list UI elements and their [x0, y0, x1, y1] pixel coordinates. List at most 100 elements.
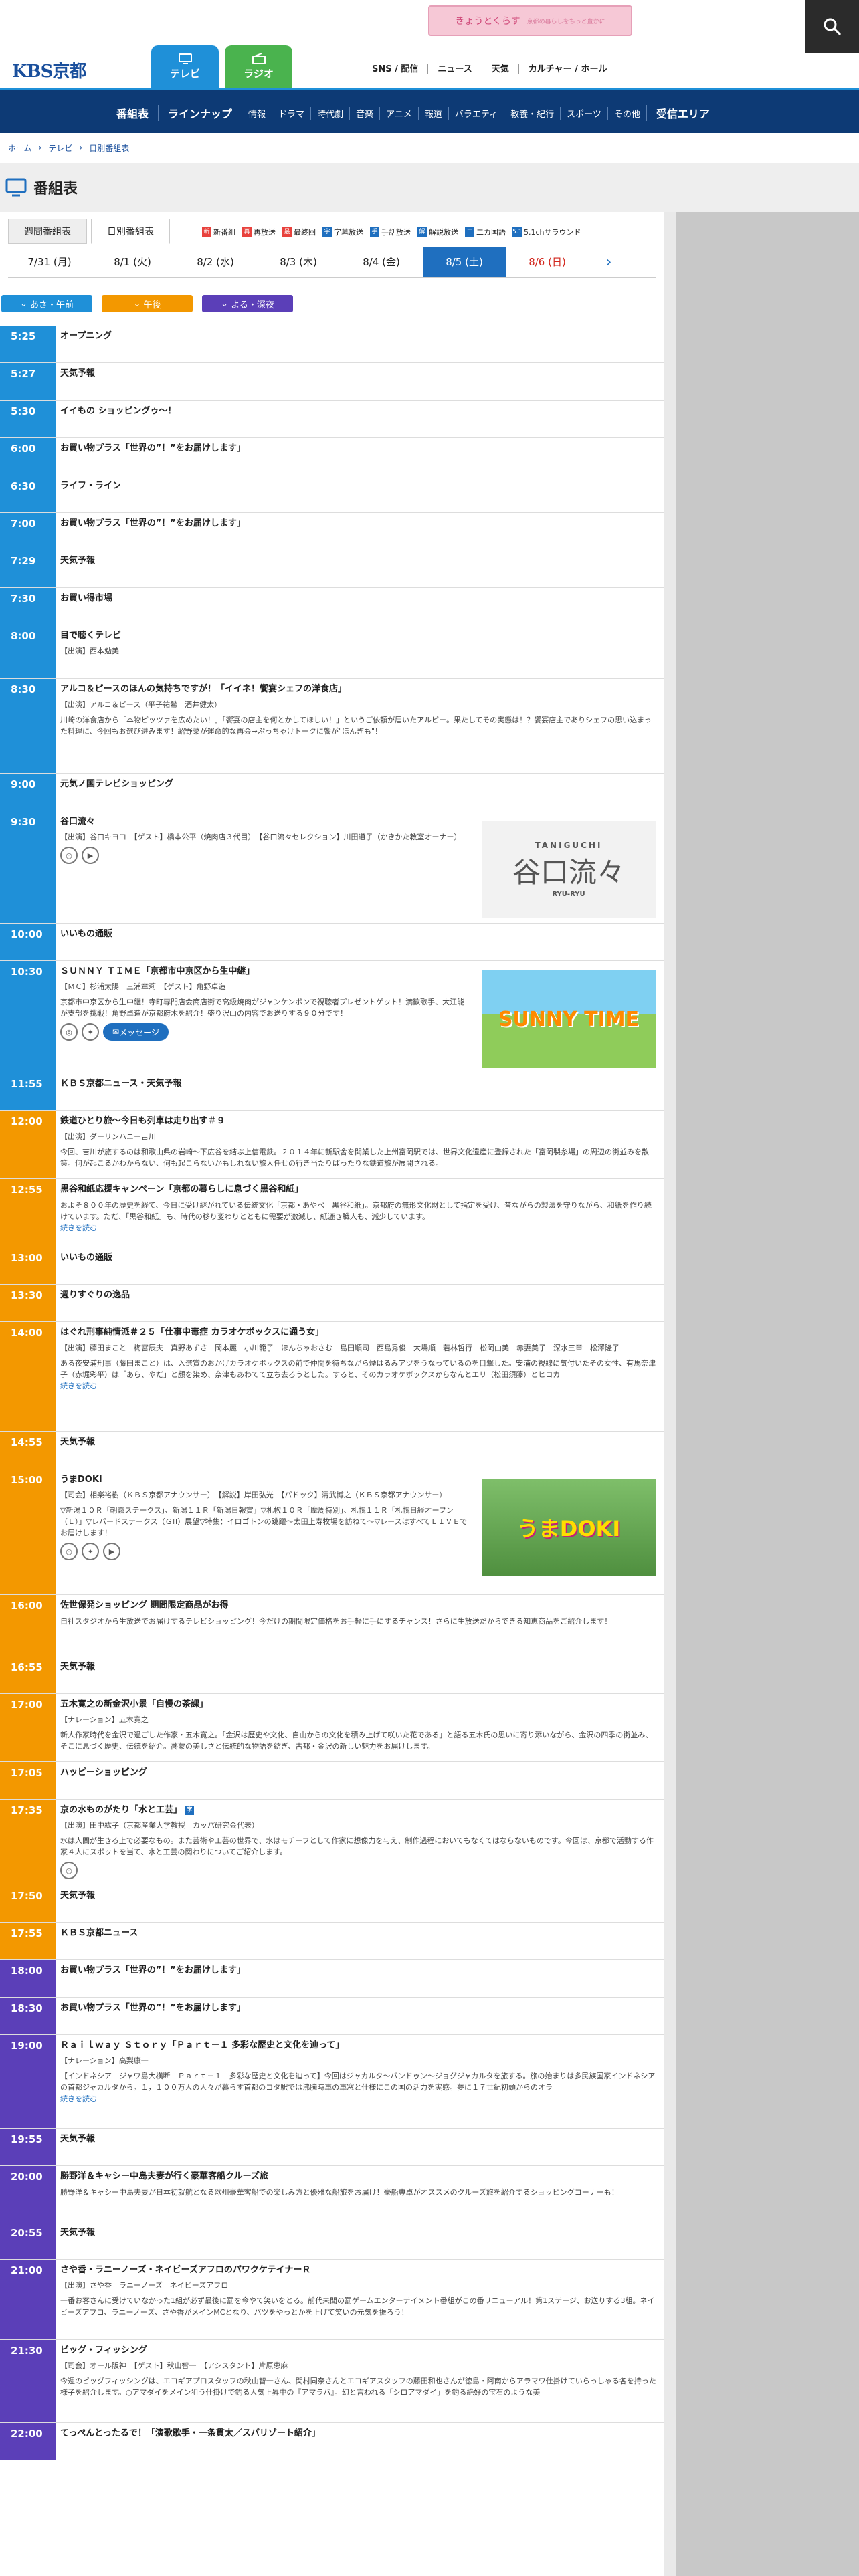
- program-row[interactable]: 10:30 ＳＵＮＮＹ ＴＩＭＥ「京都市中京区から生中継」 【ＭＣ】杉浦太陽 三浦章…: [0, 961, 664, 1073]
- program-row[interactable]: 10:00 いいもの通販: [0, 924, 664, 961]
- program-row[interactable]: 8:00 目で聴くテレビ 【出演】西本勉美: [0, 625, 664, 679]
- program-row[interactable]: 6:30 ライフ・ライン: [0, 475, 664, 513]
- program-thumbnail[interactable]: うまDOKI: [482, 1479, 656, 1576]
- cat-item[interactable]: 情報: [242, 106, 272, 120]
- program-row[interactable]: 11:55 ＫＢＳ京都ニュース・天気予報: [0, 1073, 664, 1111]
- program-title[interactable]: ライフ・ライン: [60, 479, 657, 492]
- program-thumbnail[interactable]: SUNNY TIME: [482, 970, 656, 1068]
- program-row[interactable]: 18:00 お買い物プラス「世界の”！”をお届けします」: [0, 1960, 664, 1998]
- cat-item[interactable]: スポーツ: [560, 106, 607, 120]
- program-row[interactable]: 17:05 ハッピーショッピング: [0, 1762, 664, 1800]
- program-row[interactable]: 18:30 お買い物プラス「世界の”！”をお届けします」: [0, 1998, 664, 2035]
- program-title[interactable]: 週りすぐりの逸品: [60, 1289, 657, 1301]
- program-title[interactable]: 黒谷和紙応援キャンペーン「京都の暮らしに息づく黒谷和紙」: [60, 1183, 657, 1196]
- date-tab[interactable]: 8/1 (火): [91, 247, 174, 277]
- program-title[interactable]: イイもの ショッピングゥ〜！: [60, 405, 657, 417]
- cat-item[interactable]: バラエティ: [448, 106, 504, 120]
- program-row[interactable]: 8:30 アルコ＆ピースのほんの気持ちですが！「イイネ！饗宴シェフの洋食店」 【出演…: [0, 679, 664, 774]
- program-title[interactable]: ハッピーショッピング: [60, 1766, 657, 1779]
- program-title[interactable]: お買い物プラス「世界の”！”をお届けします」: [60, 442, 657, 455]
- twitter-icon[interactable]: ✦: [82, 1023, 99, 1041]
- program-title[interactable]: はぐれ刑事純情派＃２５「仕事中毒症 カラオケボックスに通う女」: [60, 1326, 657, 1339]
- program-title[interactable]: Ｒａｉｌｗａｙ Ｓｔｏｒｙ「Ｐａｒｔ－１ 多彩な歴史と文化を辿って」: [60, 2039, 657, 2052]
- program-row[interactable]: 13:00 いいもの通販: [0, 1247, 664, 1285]
- cat-schedule[interactable]: 番組表: [107, 105, 158, 121]
- program-row[interactable]: 7:00 お買い物プラス「世界の”！”をお届けします」: [0, 513, 664, 550]
- program-title[interactable]: 天気予報: [60, 1660, 657, 1673]
- program-title[interactable]: 京の水ものがたり「水と工芸」字: [60, 1804, 657, 1816]
- program-row[interactable]: 9:00 元気ノ国テレビショッピング: [0, 774, 664, 811]
- program-title[interactable]: ＫＢＳ京都ニュース・天気予報: [60, 1077, 657, 1090]
- program-title[interactable]: 元気ノ国テレビショッピング: [60, 778, 657, 790]
- program-row[interactable]: 16:55 天気予報: [0, 1656, 664, 1694]
- program-title[interactable]: 天気予報: [60, 2133, 657, 2145]
- cat-item[interactable]: 報道: [417, 106, 448, 120]
- program-title[interactable]: 天気予報: [60, 2226, 657, 2239]
- program-row[interactable]: 22:00 てっぺんとったるで！「演歌歌手・一条貫太／スパリゾート紹介」: [0, 2423, 664, 2460]
- topnav-weather[interactable]: 天気: [482, 64, 519, 74]
- program-row[interactable]: 13:30 週りすぐりの逸品: [0, 1285, 664, 1322]
- cat-item[interactable]: 音楽: [349, 106, 379, 120]
- cat-area[interactable]: 受信エリア: [646, 105, 719, 121]
- tab-radio[interactable]: ラジオ: [225, 45, 292, 88]
- read-more-link[interactable]: 続きを読む: [60, 1222, 657, 1233]
- program-row[interactable]: 17:55 ＫＢＳ京都ニュース: [0, 1923, 664, 1960]
- program-row[interactable]: 19:00 Ｒａｉｌｗａｙ Ｓｔｏｒｙ「Ｐａｒｔ－１ 多彩な歴史と文化を辿って」【…: [0, 2035, 664, 2129]
- program-row[interactable]: 12:55 黒谷和紙応援キャンペーン「京都の暮らしに息づく黒谷和紙」 およそ８００年…: [0, 1179, 664, 1247]
- topnav-news[interactable]: ニュース: [428, 64, 482, 74]
- program-row[interactable]: 17:35 京の水ものがたり「水と工芸」字【出演】田中紘子（京都産業大学教授 カッ…: [0, 1800, 664, 1885]
- program-title[interactable]: お買い物プラス「世界の”！”をお届けします」: [60, 1964, 657, 1977]
- program-row[interactable]: 20:00 勝野洋＆キャシー中島夫妻が行く豪華客船クルーズ旅 勝野洋＆キャシー中島夫…: [0, 2166, 664, 2222]
- program-title[interactable]: 谷口流々: [60, 815, 470, 828]
- program-row[interactable]: 21:30 ビッグ・フィッシング 【司会】オール阪神 【ゲスト】秋山智一 【アシスタ…: [0, 2340, 664, 2423]
- program-title[interactable]: お買い物プラス「世界の”！”をお届けします」: [60, 517, 657, 530]
- program-row[interactable]: 19:55 天気予報: [0, 2129, 664, 2166]
- cat-item[interactable]: 教養・紀行: [504, 106, 560, 120]
- program-title[interactable]: アルコ＆ピースのほんの気持ちですが！「イイネ！饗宴シェフの洋食店」: [60, 683, 657, 695]
- program-title[interactable]: さや香・ラニーノーズ・ネイビーズアフロのパワクケテイナーＲ: [60, 2264, 657, 2276]
- program-title[interactable]: いいもの通販: [60, 1251, 657, 1264]
- period-afternoon-button[interactable]: ⌄ 午後: [102, 295, 193, 312]
- program-title[interactable]: うまDOKI: [60, 1473, 470, 1486]
- program-title[interactable]: お買い得市場: [60, 592, 657, 605]
- program-title[interactable]: 天気予報: [60, 1889, 657, 1902]
- program-thumbnail[interactable]: TANIGUCHI 谷口流々 RYU-RYU: [482, 821, 656, 918]
- topnav-culture[interactable]: カルチャー / ホール: [519, 64, 617, 74]
- program-row[interactable]: 15:00 うまDOKI 【司会】相楽裕樹（ＫＢＳ京都アナウンサー） 【解説】岸田弘…: [0, 1469, 664, 1595]
- program-title[interactable]: ビッグ・フィッシング: [60, 2344, 657, 2357]
- crumb-tv[interactable]: テレビ: [48, 142, 72, 154]
- youtube-icon[interactable]: ▶: [82, 847, 99, 864]
- cat-item[interactable]: ドラマ: [272, 106, 310, 120]
- program-title[interactable]: 天気予報: [60, 367, 657, 380]
- program-title[interactable]: お買い物プラス「世界の”！”をお届けします」: [60, 2002, 657, 2014]
- period-morning-button[interactable]: ⌄ あさ・午前: [1, 295, 92, 312]
- web-icon[interactable]: ◎: [60, 1862, 78, 1879]
- program-row[interactable]: 7:29 天気予報: [0, 550, 664, 588]
- crumb-home[interactable]: ホーム: [8, 142, 32, 154]
- date-tab[interactable]: 8/2 (水): [174, 247, 257, 277]
- web-icon[interactable]: ◎: [60, 1023, 78, 1041]
- cat-item[interactable]: その他: [607, 106, 646, 120]
- cat-lineup[interactable]: ラインナップ: [158, 105, 242, 121]
- tab-tv[interactable]: テレビ: [151, 45, 219, 88]
- cat-item[interactable]: アニメ: [379, 106, 418, 120]
- program-row[interactable]: 5:25 オープニング: [0, 326, 664, 363]
- next-arrow-icon[interactable]: ›: [589, 254, 629, 271]
- site-logo[interactable]: KBS京都: [12, 58, 86, 82]
- date-tab[interactable]: 7/31 (月): [8, 247, 91, 277]
- program-title[interactable]: いいもの通販: [60, 928, 657, 940]
- program-row[interactable]: 12:00 鉄道ひとり旅〜今日も列車は走り出す＃９ 【出演】ダーリンハニー吉川 今回、…: [0, 1111, 664, 1179]
- program-title[interactable]: てっぺんとったるで！「演歌歌手・一条貫太／スパリゾート紹介」: [60, 2427, 657, 2440]
- program-title[interactable]: 勝野洋＆キャシー中島夫妻が行く豪華客船クルーズ旅: [60, 2170, 657, 2183]
- program-row[interactable]: 14:00 はぐれ刑事純情派＃２５「仕事中毒症 カラオケボックスに通う女」 【出演】…: [0, 1322, 664, 1432]
- program-row[interactable]: 9:30 谷口流々 【出演】谷口キヨコ 【ゲスト】橋本公平（焼肉店３代目） 【谷口流…: [0, 811, 664, 924]
- program-title[interactable]: 天気予報: [60, 554, 657, 567]
- web-icon[interactable]: ◎: [60, 847, 78, 864]
- date-tab[interactable]: 8/6 (日): [506, 247, 589, 277]
- twitter-icon[interactable]: ✦: [82, 1543, 99, 1560]
- program-title[interactable]: ＳＵＮＮＹ ＴＩＭＥ「京都市中京区から生中継」: [60, 965, 470, 978]
- read-more-link[interactable]: 続きを読む: [60, 1380, 657, 1391]
- read-more-link[interactable]: 続きを読む: [60, 2093, 657, 2104]
- tab-weekly[interactable]: 週間番組表: [8, 219, 87, 244]
- program-title[interactable]: 鉄道ひとり旅〜今日も列車は走り出す＃９: [60, 1115, 657, 1128]
